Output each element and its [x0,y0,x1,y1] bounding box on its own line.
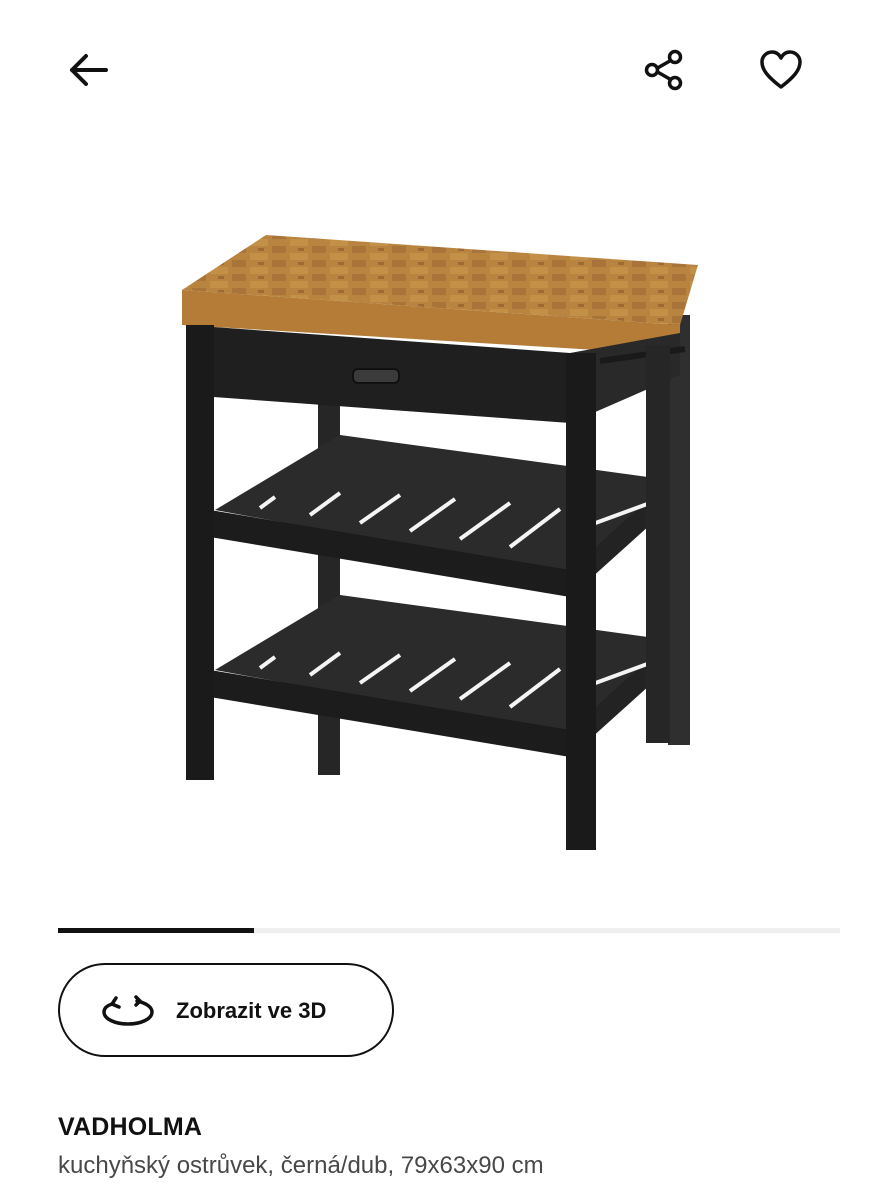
product-image[interactable] [170,225,710,865]
product-description: kuchyňský ostrůvek, černá/dub, 79x63x90 … [58,1152,544,1179]
gallery-progress-track [58,928,840,933]
rotate-3d-icon [102,995,154,1026]
share-icon [644,49,683,91]
back-button[interactable] [56,38,120,102]
product-name: VADHOLMA [58,1113,203,1141]
gallery-progress-fill [58,928,254,933]
arrow-left-icon [70,54,108,86]
kitchen-island-illustration [182,235,698,850]
heart-outline-icon [760,50,802,89]
top-bar [0,0,879,140]
favorite-button[interactable] [749,38,813,102]
view-in-3d-button[interactable]: Zobrazit ve 3D [58,963,394,1057]
view-in-3d-label: Zobrazit ve 3D [176,998,327,1023]
share-button[interactable] [632,38,696,102]
